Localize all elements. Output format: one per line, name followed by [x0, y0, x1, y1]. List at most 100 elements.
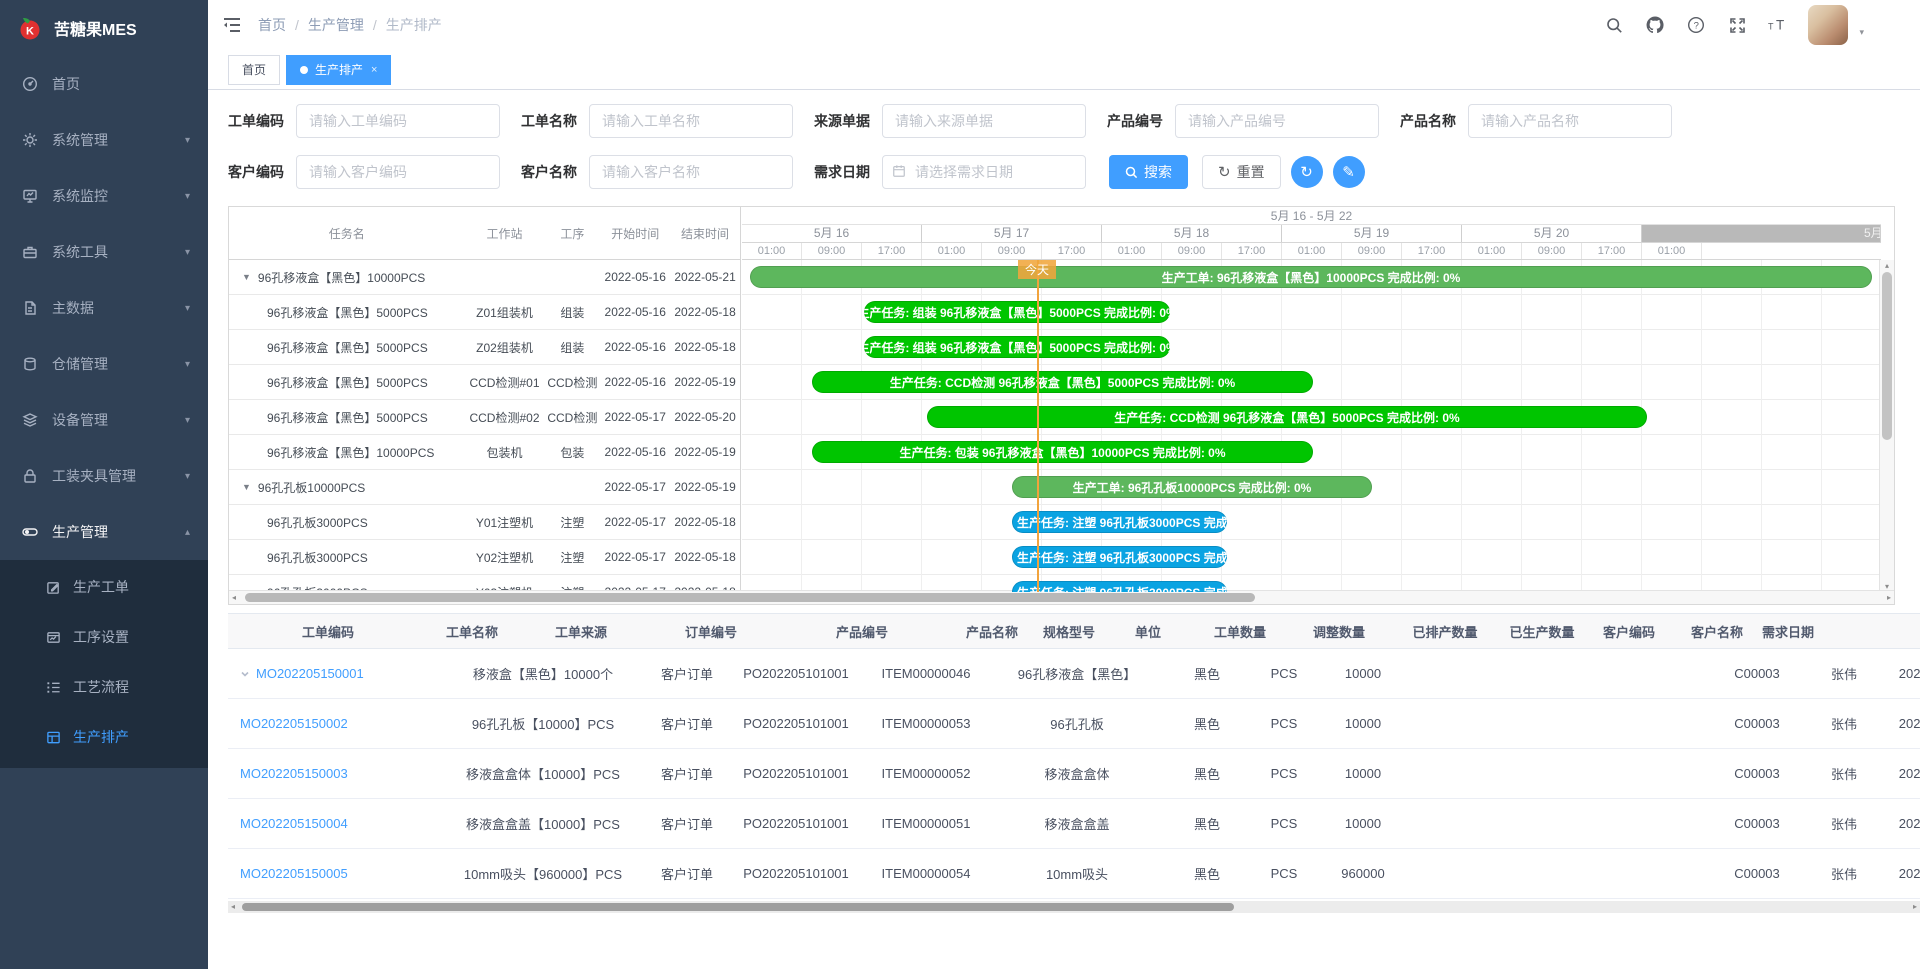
font-size-icon[interactable]: TT: [1763, 10, 1793, 40]
flow-icon: [46, 680, 61, 695]
gantt-vertical-scrollbar[interactable]: ▴ ▾: [1879, 260, 1894, 592]
scrollbar-thumb[interactable]: [245, 593, 1255, 602]
product-name-input[interactable]: [1468, 104, 1672, 138]
sidebar-item-work-order[interactable]: 生产工单: [0, 562, 208, 612]
gantt-bar[interactable]: 生产工单: 96孔孔板10000PCS 完成比例: 0%: [1012, 476, 1372, 498]
table-row[interactable]: MO202205150005 10mm吸头【960000】PCS 客户订单 PO…: [228, 849, 1920, 899]
sidebar-item-equipment[interactable]: 设备管理 ▾: [0, 392, 208, 448]
refresh-round-button[interactable]: ↻: [1291, 156, 1323, 188]
sidebar-item-production-scheduling[interactable]: 生产排产: [0, 712, 208, 762]
scroll-right-icon[interactable]: ▸: [1887, 591, 1891, 604]
customer-name-input[interactable]: [589, 155, 793, 189]
edit-round-button[interactable]: ✎: [1333, 156, 1365, 188]
gantt-bar[interactable]: 生产任务: 注塑 96孔孔板3000PCS 完成比例: 0%: [1012, 511, 1227, 533]
scrollbar-thumb[interactable]: [1882, 272, 1892, 440]
gantt-bar[interactable]: 生产任务: 包装 96孔移液盒【黑色】10000PCS 完成比例: 0%: [812, 441, 1313, 463]
gantt-task-row[interactable]: 96孔移液盒【黑色】5000PCS Z01组装机 组装 2022-05-16 2…: [229, 295, 740, 330]
reset-button[interactable]: ↻ 重置: [1202, 155, 1281, 189]
source-doc-input[interactable]: [882, 104, 1086, 138]
sidebar-item-system-tools[interactable]: 系统工具 ▾: [0, 224, 208, 280]
tree-caret-icon[interactable]: ▼: [242, 482, 251, 492]
process-icon: [46, 630, 61, 645]
table-horizontal-scrollbar[interactable]: ◂ ▸: [228, 901, 1920, 913]
tab-production-scheduling[interactable]: 生产排产 ×: [286, 55, 391, 85]
work-order-link[interactable]: MO202205150005: [240, 866, 348, 881]
demand-date-input[interactable]: [882, 155, 1086, 189]
table-row[interactable]: MO202205150004 移液盒盒盖【10000】PCS 客户订单 PO20…: [228, 799, 1920, 849]
gantt-bar[interactable]: 生产工单: 96孔移液盒【黑色】10000PCS 完成比例: 0%: [750, 266, 1872, 288]
gantt-bar-row: 生产任务: 注塑 96孔孔板3000PCS 完成比例: 0%: [742, 505, 1881, 540]
breadcrumb-production[interactable]: 生产管理: [308, 15, 364, 35]
calendar-icon: [892, 164, 906, 178]
gantt-task-row[interactable]: 96孔移液盒【黑色】5000PCS CCD检测#01 CCD检测 2022-05…: [229, 365, 740, 400]
work-order-link[interactable]: MO202205150004: [240, 816, 348, 831]
search-icon[interactable]: [1599, 10, 1629, 40]
table-row[interactable]: MO202205150001 移液盒【黑色】10000个 客户订单 PO2022…: [228, 649, 1920, 699]
logo-berry-icon: K: [16, 14, 44, 42]
today-badge: 今天: [1018, 260, 1056, 279]
gantt-grid-rows: ▼96孔移液盒【黑色】10000PCS 2022-05-16 2022-05-2…: [229, 260, 740, 592]
search-button[interactable]: 搜索: [1109, 155, 1188, 189]
gantt-bar[interactable]: 生产任务: 注塑 96孔孔板3000PCS 完成比例: 0%: [1012, 581, 1227, 592]
breadcrumb-home[interactable]: 首页: [258, 15, 286, 35]
github-icon[interactable]: [1640, 10, 1670, 40]
sidebar-item-home[interactable]: 首页: [0, 56, 208, 112]
hour-cell: 09:00: [1522, 243, 1582, 259]
scroll-right-icon[interactable]: ▸: [1913, 901, 1917, 912]
gantt-bar-row: 生产工单: 96孔孔板10000PCS 完成比例: 0%: [742, 470, 1881, 505]
tree-caret-icon[interactable]: ▼: [242, 272, 251, 282]
table-row[interactable]: MO202205150003 移液盒盒体【10000】PCS 客户订单 PO20…: [228, 749, 1920, 799]
tab-home[interactable]: 首页: [228, 55, 280, 85]
row-expand-caret-icon[interactable]: [240, 669, 250, 679]
scroll-up-icon[interactable]: ▴: [1880, 261, 1894, 270]
sidebar-item-fixtures[interactable]: 工装夹具管理 ▾: [0, 448, 208, 504]
sidebar-item-warehouse[interactable]: 仓储管理 ▾: [0, 336, 208, 392]
gantt-task-row[interactable]: 96孔移液盒【黑色】5000PCS CCD检测#02 CCD检测 2022-05…: [229, 400, 740, 435]
pencil-icon: ✎: [1342, 165, 1355, 180]
gantt-task-row[interactable]: 96孔孔板3000PCS Y01注塑机 注塑 2022-05-17 2022-0…: [229, 505, 740, 540]
scroll-left-icon[interactable]: ◂: [232, 591, 236, 604]
avatar-caret-icon[interactable]: ▾: [1859, 27, 1864, 38]
work-order-link[interactable]: MO202205150003: [240, 766, 348, 781]
gantt-bar-row: 生产任务: 包装 96孔移液盒【黑色】10000PCS 完成比例: 0%: [742, 435, 1881, 470]
sidebar-item-system-mgmt[interactable]: 系统管理 ▾: [0, 112, 208, 168]
gantt-task-row[interactable]: 96孔移液盒【黑色】10000PCS 包装机 包装 2022-05-16 202…: [229, 435, 740, 470]
work-order-code-input[interactable]: [296, 104, 500, 138]
gantt-bar[interactable]: 生产任务: 注塑 96孔孔板3000PCS 完成比例: 0%: [1012, 546, 1227, 568]
gantt-horizontal-scrollbar[interactable]: ◂ ▸: [229, 590, 1894, 604]
column-header: 开始时间: [600, 225, 670, 242]
gantt-task-row[interactable]: 96孔孔板3000PCS Y02注塑机 注塑 2022-05-17 2022-0…: [229, 540, 740, 575]
work-order-link[interactable]: MO202205150001: [256, 666, 364, 681]
product-code-input[interactable]: [1175, 104, 1379, 138]
scrollbar-thumb[interactable]: [242, 903, 1234, 911]
work-order-name-input[interactable]: [589, 104, 793, 138]
gantt-bar[interactable]: 生产任务: CCD检测 96孔移液盒【黑色】5000PCS 完成比例: 0%: [812, 371, 1313, 393]
gantt-task-row[interactable]: 96孔移液盒【黑色】5000PCS Z02组装机 组装 2022-05-16 2…: [229, 330, 740, 365]
gantt-bar-row: 生产任务: CCD检测 96孔移液盒【黑色】5000PCS 完成比例: 0%: [742, 400, 1881, 435]
close-tab-icon[interactable]: ×: [371, 64, 377, 76]
work-order-link[interactable]: MO202205150002: [240, 716, 348, 731]
field-label: 工单编码: [228, 111, 284, 131]
gantt-bar[interactable]: 生产任务: 组装 96孔移液盒【黑色】5000PCS 完成比例: 0%: [864, 301, 1170, 323]
fullscreen-icon[interactable]: [1722, 10, 1752, 40]
customer-code-input[interactable]: [296, 155, 500, 189]
column-header: 任务名: [229, 225, 465, 242]
sidebar-item-process-setting[interactable]: 工序设置: [0, 612, 208, 662]
sidebar-item-process-flow[interactable]: 工艺流程: [0, 662, 208, 712]
gantt-timeline: 5月 16 - 5月 22 5月 165月 175月 185月 195月 205…: [742, 207, 1881, 592]
gantt-bar[interactable]: 生产任务: 组装 96孔移液盒【黑色】5000PCS 完成比例: 0%: [864, 336, 1170, 358]
table-row[interactable]: MO202205150002 96孔孔板【10000】PCS 客户订单 PO20…: [228, 699, 1920, 749]
scroll-left-icon[interactable]: ◂: [231, 901, 235, 912]
help-icon[interactable]: ?: [1681, 10, 1711, 40]
sidebar-item-production[interactable]: 生产管理 ▴: [0, 504, 208, 560]
app-logo[interactable]: K 苦糖果MES: [0, 0, 208, 56]
gantt-bar[interactable]: 生产任务: CCD检测 96孔移液盒【黑色】5000PCS 完成比例: 0%: [927, 406, 1647, 428]
user-avatar[interactable]: [1808, 5, 1848, 45]
gantt-task-row[interactable]: ▼96孔孔板10000PCS 2022-05-17 2022-05-19: [229, 470, 740, 505]
gantt-task-row[interactable]: ▼96孔移液盒【黑色】10000PCS 2022-05-16 2022-05-2…: [229, 260, 740, 295]
table-column-header: 工单编码: [228, 622, 428, 641]
active-tab-dot-icon: [300, 66, 308, 74]
sidebar-fold-icon[interactable]: [222, 14, 244, 36]
sidebar-item-master-data[interactable]: 主数据 ▾: [0, 280, 208, 336]
sidebar-item-system-monitor[interactable]: 系统监控 ▾: [0, 168, 208, 224]
